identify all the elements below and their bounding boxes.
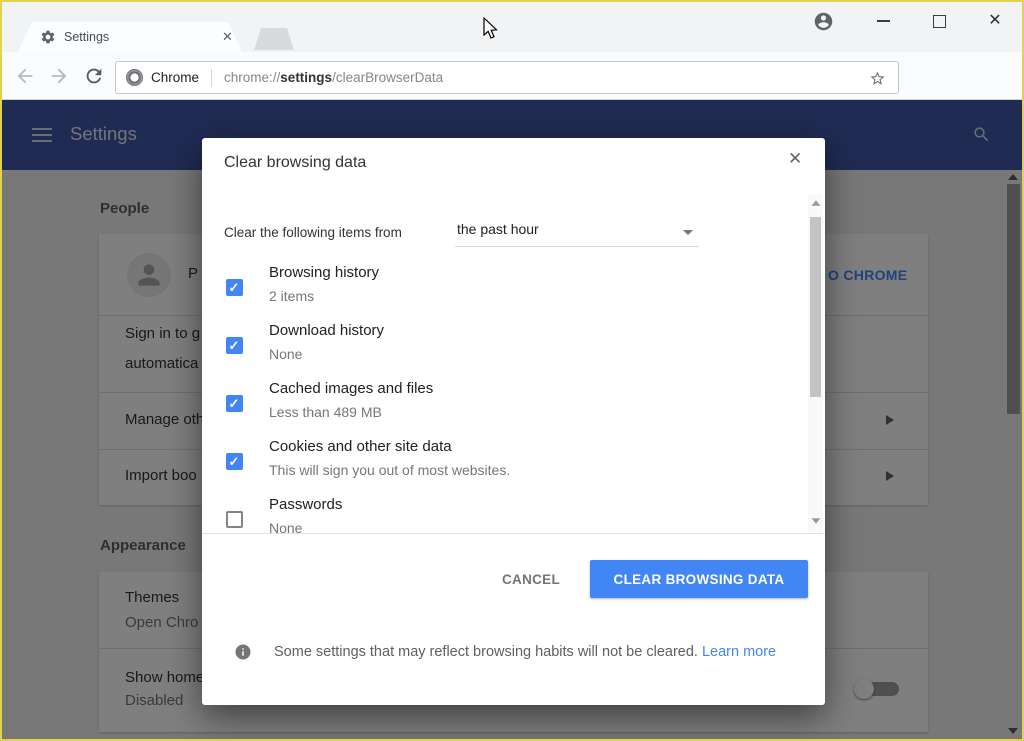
item-label: Download history bbox=[269, 322, 384, 339]
dialog-close-icon[interactable]: ✕ bbox=[788, 149, 802, 169]
tab-close-icon[interactable]: ✕ bbox=[222, 29, 233, 45]
data-types-list: Browsing history 2 items Download histor… bbox=[202, 258, 807, 533]
dropdown-arrow-icon bbox=[683, 230, 693, 235]
item-label: Cookies and other site data bbox=[269, 438, 452, 455]
checkbox-cookies[interactable] bbox=[226, 453, 243, 470]
item-detail: This will sign you out of most websites. bbox=[269, 462, 510, 478]
item-label: Browsing history bbox=[269, 264, 379, 281]
url-host: settings bbox=[280, 70, 332, 85]
reload-button[interactable] bbox=[83, 65, 105, 87]
minimize-button[interactable] bbox=[868, 8, 898, 34]
dialog-scrollbar[interactable] bbox=[808, 194, 823, 533]
settings-gear-favicon bbox=[40, 29, 56, 45]
item-label: Cached images and files bbox=[269, 380, 433, 397]
profile-button[interactable] bbox=[808, 8, 838, 34]
tab-settings[interactable]: Settings ✕ bbox=[18, 22, 242, 52]
item-detail: None bbox=[269, 346, 302, 362]
clear-browsing-data-dialog: Clear browsing data ✕ Clear the followin… bbox=[202, 138, 825, 705]
list-item-passwords: Passwords None bbox=[202, 490, 807, 533]
close-window-button[interactable]: ✕ bbox=[980, 8, 1010, 34]
timeframe-value: the past hour bbox=[457, 221, 539, 237]
info-icon bbox=[234, 643, 252, 661]
url-scheme: chrome:// bbox=[224, 70, 280, 85]
footer-message: Some settings that may reflect browsing … bbox=[274, 644, 698, 660]
bookmark-star-icon[interactable] bbox=[869, 70, 886, 87]
dialog-title: Clear browsing data bbox=[224, 154, 366, 172]
chrome-logo-icon bbox=[126, 69, 143, 86]
checkbox-passwords[interactable] bbox=[226, 511, 243, 528]
browser-window: Settings ✕ ✕ Chrome chrome://settings/cl… bbox=[0, 0, 1024, 741]
dialog-scroll-up-icon[interactable] bbox=[811, 200, 820, 205]
url-text[interactable]: chrome://settings/clearBrowserData bbox=[224, 70, 443, 85]
url-path: /clearBrowserData bbox=[332, 70, 443, 85]
omnibox-separator bbox=[211, 69, 212, 87]
browser-toolbar: Chrome chrome://settings/clearBrowserDat… bbox=[2, 52, 1022, 100]
maximize-button[interactable] bbox=[924, 8, 954, 34]
profile-icon bbox=[813, 11, 834, 32]
learn-more-link[interactable]: Learn more bbox=[702, 644, 776, 660]
item-label: Passwords bbox=[269, 496, 342, 513]
cancel-button[interactable]: CANCEL bbox=[486, 563, 576, 595]
minimize-icon bbox=[877, 20, 890, 22]
dialog-scrollbar-thumb[interactable] bbox=[810, 217, 821, 397]
list-item-cookies: Cookies and other site data This will si… bbox=[202, 432, 807, 490]
new-tab-button[interactable] bbox=[254, 28, 294, 50]
dialog-scroll-down-icon[interactable] bbox=[811, 518, 820, 523]
omnibox[interactable]: Chrome chrome://settings/clearBrowserDat… bbox=[115, 61, 899, 94]
list-bottom-divider bbox=[202, 533, 825, 534]
list-item-download-history: Download history None bbox=[202, 316, 807, 374]
clear-browsing-data-button[interactable]: CLEAR BROWSING DATA bbox=[590, 560, 808, 598]
item-detail: None bbox=[269, 520, 302, 533]
footer-note: Some settings that may reflect browsing … bbox=[274, 640, 798, 664]
checkbox-cached-images[interactable] bbox=[226, 395, 243, 412]
tab-strip: Settings ✕ ✕ bbox=[2, 2, 1022, 52]
timeframe-label: Clear the following items from bbox=[224, 225, 402, 240]
item-detail: Less than 489 MB bbox=[269, 404, 382, 420]
tab-title: Settings bbox=[64, 30, 109, 44]
checkbox-browsing-history[interactable] bbox=[226, 279, 243, 296]
close-window-icon: ✕ bbox=[988, 13, 1001, 29]
list-item-browsing-history: Browsing history 2 items bbox=[202, 258, 807, 316]
site-chip-label: Chrome bbox=[151, 70, 199, 85]
item-detail: 2 items bbox=[269, 288, 314, 304]
checkbox-download-history[interactable] bbox=[226, 337, 243, 354]
mouse-cursor bbox=[483, 17, 500, 41]
back-button[interactable] bbox=[14, 65, 36, 87]
timeframe-select[interactable]: the past hour bbox=[455, 218, 699, 247]
maximize-icon bbox=[933, 15, 946, 28]
forward-button[interactable] bbox=[48, 65, 70, 87]
list-item-cached-images: Cached images and files Less than 489 MB bbox=[202, 374, 807, 432]
